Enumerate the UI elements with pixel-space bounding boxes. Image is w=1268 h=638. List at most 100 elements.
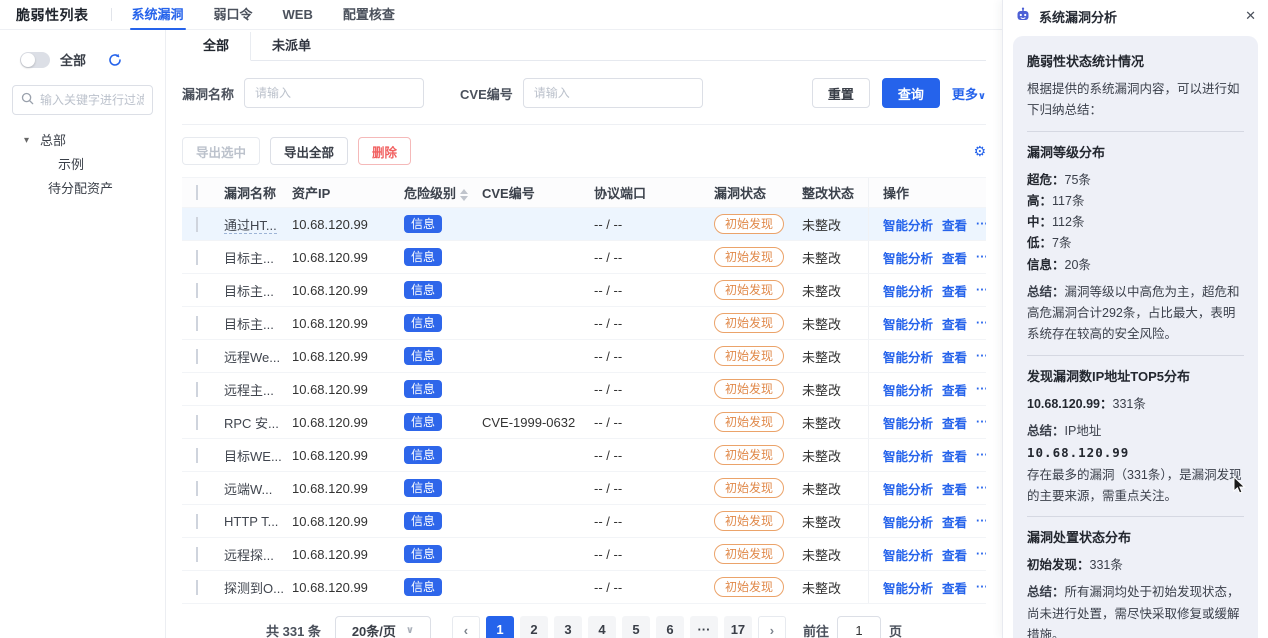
view-link[interactable]: 查看: [942, 479, 967, 498]
more-actions-icon[interactable]: ···: [976, 217, 986, 231]
page-button[interactable]: 4: [588, 616, 616, 638]
query-button[interactable]: 查询: [882, 78, 940, 108]
sort-icon[interactable]: [460, 189, 468, 201]
page-button[interactable]: 6: [656, 616, 684, 638]
export-all-button[interactable]: 导出全部: [270, 137, 348, 165]
row-checkbox[interactable]: [196, 349, 198, 364]
nav-tab[interactable]: 弱口令: [214, 0, 253, 30]
view-link[interactable]: 查看: [942, 578, 967, 597]
cve-input[interactable]: [523, 78, 703, 108]
table-row[interactable]: 探测到O... 10.68.120.99 信息 -- / -- 初始发现 未整改…: [182, 571, 986, 604]
view-link[interactable]: 查看: [942, 545, 967, 564]
row-checkbox[interactable]: [196, 382, 198, 397]
page-button[interactable]: ···: [690, 616, 718, 638]
view-link[interactable]: 查看: [942, 248, 967, 267]
nav-tab[interactable]: 配置核查: [343, 0, 395, 30]
more-actions-icon[interactable]: ···: [976, 481, 986, 495]
page-button[interactable]: 1: [486, 616, 514, 638]
smart-analysis-link[interactable]: 智能分析: [883, 413, 933, 432]
smart-analysis-link[interactable]: 智能分析: [883, 479, 933, 498]
table-row[interactable]: 目标WE... 10.68.120.99 信息 -- / -- 初始发现 未整改…: [182, 439, 986, 472]
reset-button[interactable]: 重置: [812, 78, 870, 108]
tree-search-input[interactable]: [40, 93, 144, 107]
view-link[interactable]: 查看: [942, 413, 967, 432]
goto-page-input[interactable]: [837, 616, 881, 638]
smart-analysis-link[interactable]: 智能分析: [883, 281, 933, 300]
port-cell: -- / --: [594, 316, 714, 331]
row-checkbox[interactable]: [196, 448, 198, 463]
close-icon[interactable]: ✕: [1245, 8, 1256, 24]
more-actions-icon[interactable]: ···: [976, 448, 986, 462]
table-row[interactable]: 远程主... 10.68.120.99 信息 -- / -- 初始发现 未整改 …: [182, 373, 986, 406]
divider: [111, 8, 112, 21]
page-button[interactable]: 2: [520, 616, 548, 638]
tree-node[interactable]: ▾ 示例: [12, 153, 153, 177]
more-actions-icon[interactable]: ···: [976, 580, 986, 594]
smart-analysis-link[interactable]: 智能分析: [883, 314, 933, 333]
page-button[interactable]: 5: [622, 616, 650, 638]
smart-analysis-link[interactable]: 智能分析: [883, 215, 933, 234]
row-checkbox[interactable]: [196, 547, 198, 562]
select-all-checkbox[interactable]: [196, 185, 198, 200]
view-link[interactable]: 查看: [942, 314, 967, 333]
smart-analysis-link[interactable]: 智能分析: [883, 248, 933, 267]
smart-analysis-link[interactable]: 智能分析: [883, 380, 933, 399]
all-toggle-switch[interactable]: [20, 52, 50, 68]
smart-analysis-link[interactable]: 智能分析: [883, 512, 933, 531]
row-checkbox[interactable]: [196, 580, 198, 595]
table-row[interactable]: 远程探... 10.68.120.99 信息 -- / -- 初始发现 未整改 …: [182, 538, 986, 571]
page-button[interactable]: 3: [554, 616, 582, 638]
row-checkbox[interactable]: [196, 316, 198, 331]
nav-tab[interactable]: WEB: [283, 0, 313, 30]
more-actions-icon[interactable]: ···: [976, 382, 986, 396]
more-actions-icon[interactable]: ···: [976, 283, 986, 297]
more-actions-icon[interactable]: ···: [976, 349, 986, 363]
table-row[interactable]: 目标主... 10.68.120.99 信息 -- / -- 初始发现 未整改 …: [182, 274, 986, 307]
smart-analysis-link[interactable]: 智能分析: [883, 347, 933, 366]
row-checkbox[interactable]: [196, 283, 198, 298]
table-row[interactable]: 目标主... 10.68.120.99 信息 -- / -- 初始发现 未整改 …: [182, 307, 986, 340]
more-actions-icon[interactable]: ···: [976, 316, 986, 330]
rectify-cell: 未整改: [802, 281, 868, 300]
row-checkbox[interactable]: [196, 217, 198, 232]
row-checkbox[interactable]: [196, 514, 198, 529]
list-tab[interactable]: 全部: [182, 32, 251, 61]
prev-page-button[interactable]: ‹: [452, 616, 480, 638]
view-link[interactable]: 查看: [942, 215, 967, 234]
table-row[interactable]: 通过HT... 10.68.120.99 信息 -- / -- 初始发现 未整改…: [182, 208, 986, 241]
table-row[interactable]: RPC 安... 10.68.120.99 信息 CVE-1999-0632 -…: [182, 406, 986, 439]
vuln-name-input[interactable]: [244, 78, 424, 108]
more-actions-icon[interactable]: ···: [976, 514, 986, 528]
asset-ip-cell: 10.68.120.99: [292, 316, 404, 331]
nav-tab[interactable]: 系统漏洞: [132, 0, 184, 30]
export-selected-button[interactable]: 导出选中: [182, 137, 260, 165]
page-button[interactable]: 17: [724, 616, 752, 638]
delete-button[interactable]: 删除: [358, 137, 411, 165]
tree-node[interactable]: ▾ 待分配资产: [12, 177, 153, 201]
page-size-select[interactable]: 20条/页∨: [335, 616, 431, 638]
view-link[interactable]: 查看: [942, 281, 967, 300]
table-row[interactable]: 远端W... 10.68.120.99 信息 -- / -- 初始发现 未整改 …: [182, 472, 986, 505]
table-row[interactable]: 远程We... 10.68.120.99 信息 -- / -- 初始发现 未整改…: [182, 340, 986, 373]
more-actions-icon[interactable]: ···: [976, 415, 986, 429]
more-actions-icon[interactable]: ···: [976, 547, 986, 561]
row-checkbox[interactable]: [196, 250, 198, 265]
table-row[interactable]: HTTP T... 10.68.120.99 信息 -- / -- 初始发现 未…: [182, 505, 986, 538]
view-link[interactable]: 查看: [942, 512, 967, 531]
row-checkbox[interactable]: [196, 415, 198, 430]
more-actions-icon[interactable]: ···: [976, 250, 986, 264]
more-filters-link[interactable]: 更多∨: [952, 84, 986, 103]
table-row[interactable]: 目标主... 10.68.120.99 信息 -- / -- 初始发现 未整改 …: [182, 241, 986, 274]
next-page-button[interactable]: ›: [758, 616, 786, 638]
tree-node[interactable]: ▾ 总部: [12, 129, 153, 153]
smart-analysis-link[interactable]: 智能分析: [883, 578, 933, 597]
view-link[interactable]: 查看: [942, 380, 967, 399]
list-tab[interactable]: 未派单: [251, 32, 333, 61]
column-settings-gear-icon[interactable]: ⚙: [973, 144, 986, 158]
view-link[interactable]: 查看: [942, 347, 967, 366]
row-checkbox[interactable]: [196, 481, 198, 496]
smart-analysis-link[interactable]: 智能分析: [883, 545, 933, 564]
view-link[interactable]: 查看: [942, 446, 967, 465]
smart-analysis-link[interactable]: 智能分析: [883, 446, 933, 465]
refresh-icon[interactable]: [108, 53, 122, 67]
